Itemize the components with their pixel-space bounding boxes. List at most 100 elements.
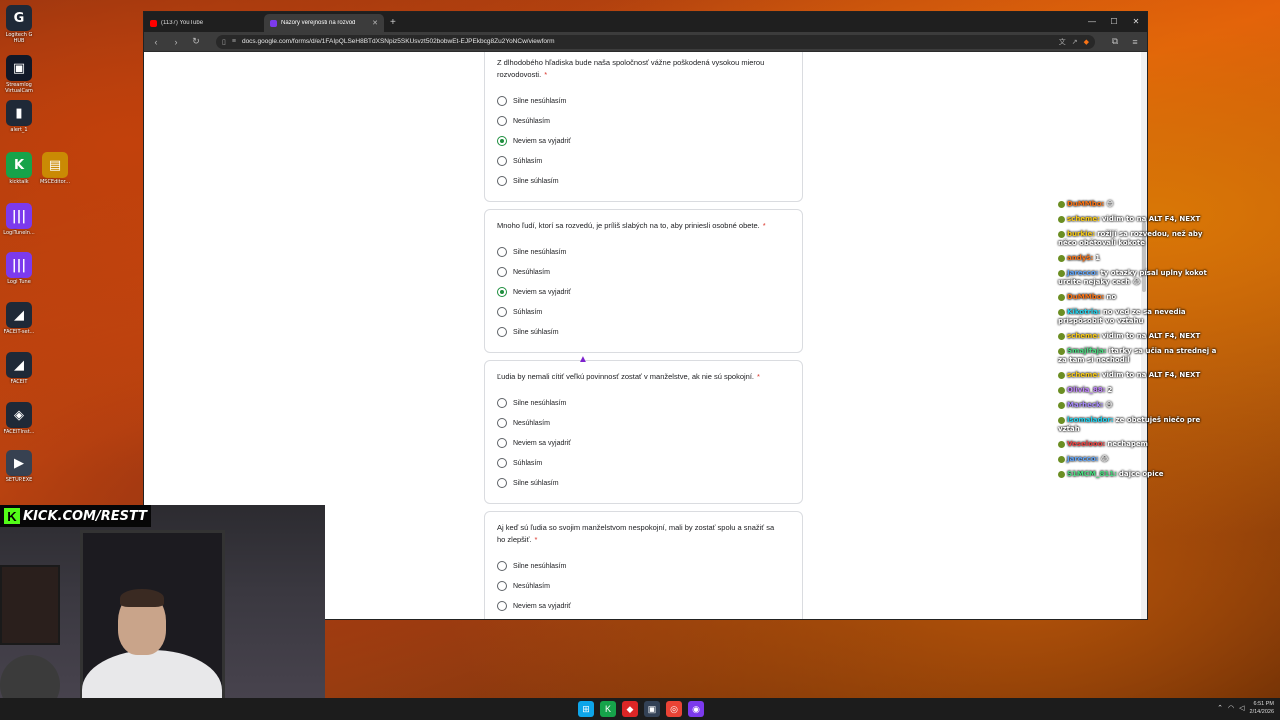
terminal-icon[interactable]: ▣: [644, 701, 660, 717]
brave-icon[interactable]: ◆: [622, 701, 638, 717]
radio-label: Neviem sa vyjadriť: [513, 137, 571, 145]
radio-label: Silne nesúhlasím: [513, 97, 567, 105]
clock[interactable]: 6:51 PM 2/14/2026: [1250, 700, 1274, 716]
site-info-icon[interactable]: ≡: [232, 38, 236, 45]
radio-button[interactable]: [497, 418, 507, 428]
wifi-icon[interactable]: ◠: [1228, 704, 1234, 712]
radio-option[interactable]: Silne súhlasím: [497, 322, 790, 342]
chat-badge-icon: [1058, 401, 1065, 409]
tab-forms[interactable]: Názory verejnosti na rozvod ✕: [264, 14, 384, 32]
desktop-shortcut[interactable]: ▣ Streamlog VirtualCam: [2, 55, 36, 94]
radio-button[interactable]: [497, 247, 507, 257]
desktop-shortcut[interactable]: Kkicktalk: [2, 152, 36, 185]
radio-button[interactable]: [497, 438, 507, 448]
radio-option[interactable]: Silne nesúhlasím: [497, 393, 790, 413]
tray-chevron-icon[interactable]: ⌃: [1217, 704, 1223, 712]
chat-message: lsomalador: ze obetuješ niečo pre vzťah: [1058, 416, 1223, 434]
new-tab-button[interactable]: +: [390, 17, 396, 28]
radio-option[interactable]: Súhlasím: [497, 453, 790, 473]
required-asterisk: *: [762, 221, 766, 230]
chat-username: DuMMbo:: [1067, 293, 1105, 301]
msceditor-icon: ▤: [42, 152, 68, 178]
question-label: Ľudia by nemali cítiť veľkú povinnosť zo…: [497, 372, 755, 381]
taskbar: ⊞ K ◆ ▣ ◎ ◉ ⌃ ◠ ◁ 6:51 PM 2/14/2026: [0, 698, 1280, 720]
radio-button[interactable]: [497, 327, 507, 337]
radio-option[interactable]: Silne nesúhlasím: [497, 242, 790, 262]
radio-button[interactable]: [497, 561, 507, 571]
radio-option[interactable]: Neviem sa vyjadriť: [497, 433, 790, 453]
start-icon[interactable]: ⊞: [578, 701, 594, 717]
desktop-shortcut-label: FACEITInst...: [3, 429, 35, 435]
radio-option[interactable]: Silne súhlasím: [497, 171, 790, 191]
question-text: Ľudia by nemali cítiť veľkú povinnosť zo…: [497, 371, 790, 383]
tab-title: Názory verejnosti na rozvod: [281, 20, 356, 26]
radio-button[interactable]: [497, 307, 507, 317]
desktop-shortcut[interactable]: ||| LogiTuneIn...: [2, 203, 36, 236]
radio-button[interactable]: [497, 601, 507, 611]
desktop-shortcut[interactable]: ◢ FACEIT-set...: [2, 302, 36, 335]
desktop-shortcut[interactable]: ▶ SETUP.EXE: [2, 450, 36, 483]
radio-option[interactable]: Neviem sa vyjadriť: [497, 131, 790, 151]
translate-icon[interactable]: 文: [1059, 37, 1066, 47]
radio-button[interactable]: [497, 156, 507, 166]
radio-option[interactable]: Silne súhlasím: [497, 473, 790, 493]
share-icon[interactable]: ↗: [1072, 38, 1078, 46]
radio-option[interactable]: Nesúhlasím: [497, 576, 790, 596]
chrome-icon[interactable]: ◎: [666, 701, 682, 717]
desktop-shortcut[interactable]: ||| Logi Tune: [2, 252, 36, 285]
extensions-icon[interactable]: ⧉: [1109, 36, 1121, 47]
radio-option[interactable]: Súhlasím: [497, 151, 790, 171]
radio-option[interactable]: Silne nesúhlasím: [497, 556, 790, 576]
chat-badge-icon: [1058, 293, 1065, 301]
radio-button[interactable]: [497, 136, 507, 146]
radio-button[interactable]: [497, 581, 507, 591]
chat-text: 1: [1095, 254, 1101, 262]
radio-option[interactable]: Nesúhlasím: [497, 262, 790, 282]
question-text: Mnoho ľudí, ktorí sa rozvedú, je príliš …: [497, 220, 790, 232]
tab-title: (1137) YouTube: [161, 20, 204, 26]
chat-badge-icon: [1058, 254, 1065, 262]
required-asterisk: *: [534, 535, 538, 544]
desktop-shortcut[interactable]: ▮ alert_1: [2, 100, 36, 133]
radio-option[interactable]: Nesúhlasím: [497, 413, 790, 433]
kick-app-icon[interactable]: K: [600, 701, 616, 717]
question-text: Z dlhodobého hľadiska bude naša spoločno…: [497, 57, 790, 81]
radio-button[interactable]: [497, 458, 507, 468]
chat-username: scheme:: [1067, 371, 1100, 379]
radio-option[interactable]: Neviem sa vyjadriť: [497, 282, 790, 302]
close-tab-icon[interactable]: ✕: [372, 19, 378, 27]
forward-icon[interactable]: ›: [170, 37, 182, 47]
question-card: Mnoho ľudí, ktorí sa rozvedú, je príliš …: [484, 209, 803, 353]
radio-option[interactable]: Silne nesúhlasím: [497, 91, 790, 111]
chat-username: Smajlfaja:: [1067, 347, 1107, 355]
desktop-shortcut[interactable]: ◈ FACEITInst...: [2, 402, 36, 435]
radio-option[interactable]: Neviem sa vyjadriť: [497, 596, 790, 616]
radio-button[interactable]: [497, 478, 507, 488]
desktop-shortcut[interactable]: G Logitech G HUB: [2, 5, 36, 44]
desktop-shortcut[interactable]: ▤ MSCEditor...: [38, 152, 72, 185]
back-icon[interactable]: ‹: [150, 37, 162, 47]
radio-button[interactable]: [497, 176, 507, 186]
address-bar[interactable]: ▯ ≡ docs.google.com/forms/d/e/1FAIpQLSeH…: [216, 34, 1095, 49]
volume-icon[interactable]: ◁: [1239, 704, 1244, 712]
radio-button[interactable]: [497, 116, 507, 126]
question-card: Aj keď sú ľudia so svojim manželstvom ne…: [484, 511, 803, 619]
tab-youtube[interactable]: (1137) YouTube: [144, 14, 264, 32]
maximize-icon[interactable]: ☐: [1103, 12, 1125, 32]
reload-icon[interactable]: ↻: [190, 36, 202, 47]
desktop-shortcut[interactable]: ◢ FACEIT: [2, 352, 36, 385]
radio-button[interactable]: [497, 398, 507, 408]
radio-option[interactable]: Nesúhlasím: [497, 111, 790, 131]
bookmark-icon[interactable]: ▯: [222, 38, 226, 46]
faceit-setup-icon: ◢: [6, 302, 32, 328]
brave-shield-icon[interactable]: ◆: [1084, 38, 1089, 46]
radio-button[interactable]: [497, 287, 507, 297]
minimize-icon[interactable]: —: [1081, 12, 1103, 32]
twitch-app-icon[interactable]: ◉: [688, 701, 704, 717]
close-window-icon[interactable]: ✕: [1125, 12, 1147, 32]
radio-button[interactable]: [497, 96, 507, 106]
radio-button[interactable]: [497, 267, 507, 277]
menu-icon[interactable]: ≡: [1129, 37, 1141, 47]
radio-label: Súhlasím: [513, 157, 543, 165]
radio-option[interactable]: Súhlasím: [497, 302, 790, 322]
